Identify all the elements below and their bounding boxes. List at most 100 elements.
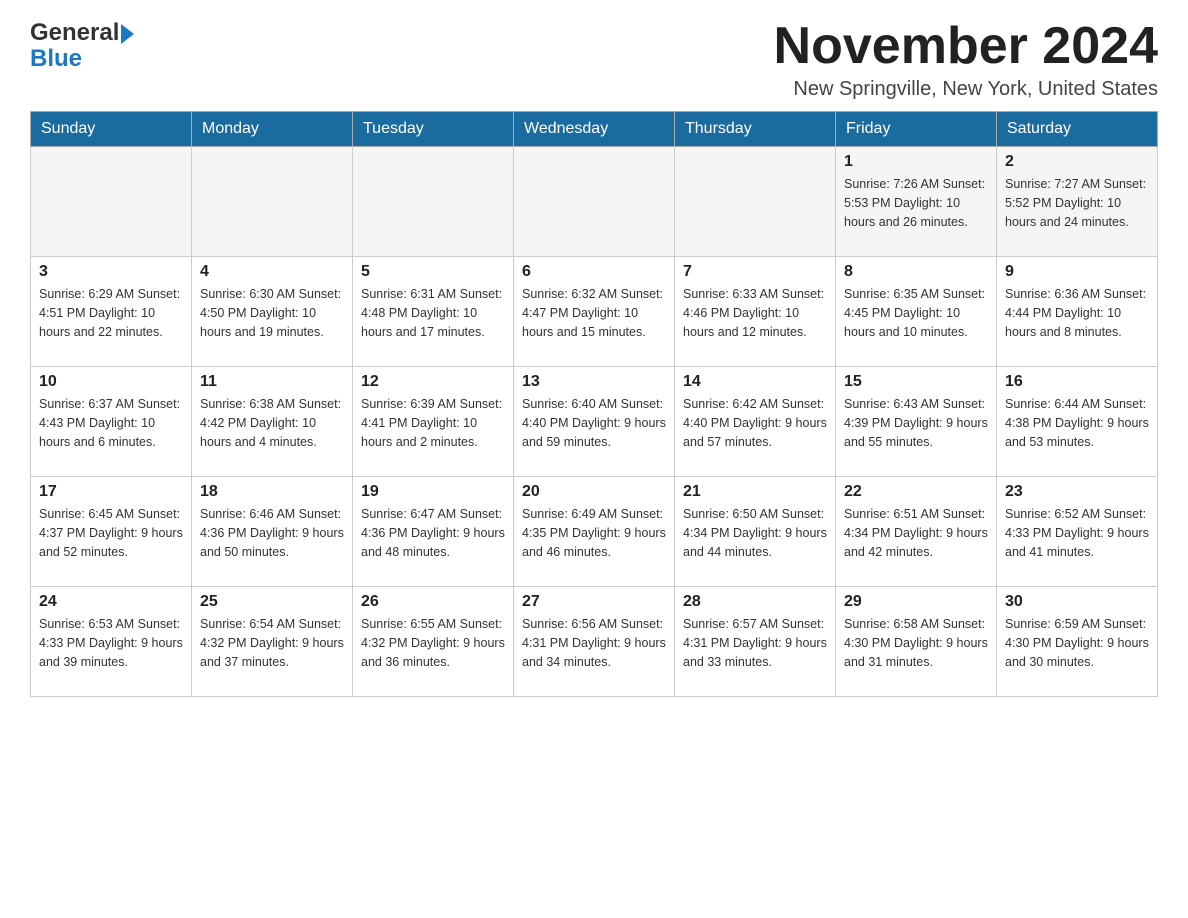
day-info: Sunrise: 6:39 AM Sunset: 4:41 PM Dayligh… bbox=[361, 395, 505, 451]
day-number: 5 bbox=[361, 263, 505, 281]
day-number: 27 bbox=[522, 593, 666, 611]
day-info: Sunrise: 6:43 AM Sunset: 4:39 PM Dayligh… bbox=[844, 395, 988, 451]
table-row: 3 Sunrise: 6:29 AM Sunset: 4:51 PM Daylig… bbox=[31, 257, 192, 367]
day-info: Sunrise: 6:31 AM Sunset: 4:48 PM Dayligh… bbox=[361, 285, 505, 341]
table-row: 16 Sunrise: 6:44 AM Sunset: 4:38 PM Dayli… bbox=[997, 367, 1158, 477]
table-row: 17Sunrise: 6:45 AM Sunset: 4:37 PM Dayli… bbox=[31, 477, 192, 587]
day-info: Sunrise: 6:29 AM Sunset: 4:51 PM Dayligh… bbox=[39, 285, 183, 341]
title-section: November 2024 New Springville, New York,… bbox=[774, 20, 1158, 101]
table-row: 27 Sunrise: 6:56 AM Sunset: 4:31 PM Dayli… bbox=[514, 587, 675, 697]
day-number: 30 bbox=[1005, 593, 1149, 611]
day-number: 25 bbox=[200, 593, 344, 611]
col-wednesday: Wednesday bbox=[514, 112, 675, 147]
table-row: 21Sunrise: 6:50 AM Sunset: 4:34 PM Dayli… bbox=[675, 477, 836, 587]
day-info: Sunrise: 6:37 AM Sunset: 4:43 PM Dayligh… bbox=[39, 395, 183, 451]
day-number: 22 bbox=[844, 483, 988, 501]
day-info: Sunrise: 6:36 AM Sunset: 4:44 PM Dayligh… bbox=[1005, 285, 1149, 341]
day-info: Sunrise: 6:49 AM Sunset: 4:35 PM Dayligh… bbox=[522, 505, 666, 561]
calendar-table: Sunday Monday Tuesday Wednesday Thursday… bbox=[30, 111, 1158, 697]
table-row: 9 Sunrise: 6:36 AM Sunset: 4:44 PM Daylig… bbox=[997, 257, 1158, 367]
calendar-week-row: 3 Sunrise: 6:29 AM Sunset: 4:51 PM Daylig… bbox=[31, 257, 1158, 367]
col-saturday: Saturday bbox=[997, 112, 1158, 147]
day-info: Sunrise: 6:45 AM Sunset: 4:37 PM Dayligh… bbox=[39, 505, 183, 561]
col-thursday: Thursday bbox=[675, 112, 836, 147]
day-number: 4 bbox=[200, 263, 344, 281]
table-row: 15Sunrise: 6:43 AM Sunset: 4:39 PM Dayli… bbox=[836, 367, 997, 477]
logo-general: General bbox=[30, 20, 134, 46]
day-info: Sunrise: 6:57 AM Sunset: 4:31 PM Dayligh… bbox=[683, 615, 827, 671]
table-row bbox=[514, 147, 675, 257]
day-info: Sunrise: 6:55 AM Sunset: 4:32 PM Dayligh… bbox=[361, 615, 505, 671]
day-number: 29 bbox=[844, 593, 988, 611]
table-row: 2Sunrise: 7:27 AM Sunset: 5:52 PM Daylig… bbox=[997, 147, 1158, 257]
day-info: Sunrise: 6:44 AM Sunset: 4:38 PM Dayligh… bbox=[1005, 395, 1149, 451]
day-number: 23 bbox=[1005, 483, 1149, 501]
table-row: 13 Sunrise: 6:40 AM Sunset: 4:40 PM Dayli… bbox=[514, 367, 675, 477]
day-number: 11 bbox=[200, 373, 344, 391]
month-title: November 2024 bbox=[774, 20, 1158, 72]
table-row: 22 Sunrise: 6:51 AM Sunset: 4:34 PM Dayli… bbox=[836, 477, 997, 587]
day-number: 13 bbox=[522, 373, 666, 391]
day-info: Sunrise: 6:40 AM Sunset: 4:40 PM Dayligh… bbox=[522, 395, 666, 451]
day-info: Sunrise: 6:47 AM Sunset: 4:36 PM Dayligh… bbox=[361, 505, 505, 561]
table-row: 26 Sunrise: 6:55 AM Sunset: 4:32 PM Dayli… bbox=[353, 587, 514, 697]
logo-blue: Blue bbox=[30, 46, 134, 72]
col-monday: Monday bbox=[192, 112, 353, 147]
day-number: 24 bbox=[39, 593, 183, 611]
day-number: 21 bbox=[683, 483, 827, 501]
calendar-week-row: 17Sunrise: 6:45 AM Sunset: 4:37 PM Dayli… bbox=[31, 477, 1158, 587]
table-row bbox=[192, 147, 353, 257]
table-row: 20Sunrise: 6:49 AM Sunset: 4:35 PM Dayli… bbox=[514, 477, 675, 587]
day-number: 12 bbox=[361, 373, 505, 391]
location: New Springville, New York, United States bbox=[774, 78, 1158, 101]
table-row bbox=[31, 147, 192, 257]
calendar-week-row: 1 Sunrise: 7:26 AM Sunset: 5:53 PM Daylig… bbox=[31, 147, 1158, 257]
day-info: Sunrise: 7:26 AM Sunset: 5:53 PM Dayligh… bbox=[844, 175, 988, 231]
day-number: 10 bbox=[39, 373, 183, 391]
calendar-week-row: 10 Sunrise: 6:37 AM Sunset: 4:43 PM Dayli… bbox=[31, 367, 1158, 477]
table-row: 14 Sunrise: 6:42 AM Sunset: 4:40 PM Dayli… bbox=[675, 367, 836, 477]
day-info: Sunrise: 6:58 AM Sunset: 4:30 PM Dayligh… bbox=[844, 615, 988, 671]
day-number: 8 bbox=[844, 263, 988, 281]
table-row: 25 Sunrise: 6:54 AM Sunset: 4:32 PM Dayli… bbox=[192, 587, 353, 697]
day-number: 6 bbox=[522, 263, 666, 281]
table-row: 23 Sunrise: 6:52 AM Sunset: 4:33 PM Dayli… bbox=[997, 477, 1158, 587]
day-number: 14 bbox=[683, 373, 827, 391]
day-number: 7 bbox=[683, 263, 827, 281]
col-tuesday: Tuesday bbox=[353, 112, 514, 147]
day-info: Sunrise: 6:35 AM Sunset: 4:45 PM Dayligh… bbox=[844, 285, 988, 341]
day-number: 18 bbox=[200, 483, 344, 501]
day-number: 9 bbox=[1005, 263, 1149, 281]
table-row: 28 Sunrise: 6:57 AM Sunset: 4:31 PM Dayli… bbox=[675, 587, 836, 697]
day-info: Sunrise: 7:27 AM Sunset: 5:52 PM Dayligh… bbox=[1005, 175, 1149, 231]
day-info: Sunrise: 6:59 AM Sunset: 4:30 PM Dayligh… bbox=[1005, 615, 1149, 671]
day-info: Sunrise: 6:52 AM Sunset: 4:33 PM Dayligh… bbox=[1005, 505, 1149, 561]
day-info: Sunrise: 6:42 AM Sunset: 4:40 PM Dayligh… bbox=[683, 395, 827, 451]
page-header: General Blue November 2024 New Springvil… bbox=[30, 20, 1158, 101]
table-row: 4Sunrise: 6:30 AM Sunset: 4:50 PM Daylig… bbox=[192, 257, 353, 367]
day-number: 3 bbox=[39, 263, 183, 281]
logo-text: General Blue bbox=[30, 20, 134, 73]
table-row bbox=[353, 147, 514, 257]
day-number: 16 bbox=[1005, 373, 1149, 391]
day-number: 28 bbox=[683, 593, 827, 611]
table-row: 19 Sunrise: 6:47 AM Sunset: 4:36 PM Dayli… bbox=[353, 477, 514, 587]
day-number: 19 bbox=[361, 483, 505, 501]
col-sunday: Sunday bbox=[31, 112, 192, 147]
calendar-header-row: Sunday Monday Tuesday Wednesday Thursday… bbox=[31, 112, 1158, 147]
day-info: Sunrise: 6:56 AM Sunset: 4:31 PM Dayligh… bbox=[522, 615, 666, 671]
logo: General Blue bbox=[30, 20, 134, 73]
day-info: Sunrise: 6:51 AM Sunset: 4:34 PM Dayligh… bbox=[844, 505, 988, 561]
day-info: Sunrise: 6:53 AM Sunset: 4:33 PM Dayligh… bbox=[39, 615, 183, 671]
day-info: Sunrise: 6:46 AM Sunset: 4:36 PM Dayligh… bbox=[200, 505, 344, 561]
table-row: 12 Sunrise: 6:39 AM Sunset: 4:41 PM Dayli… bbox=[353, 367, 514, 477]
day-number: 1 bbox=[844, 153, 988, 171]
col-friday: Friday bbox=[836, 112, 997, 147]
table-row: 8 Sunrise: 6:35 AM Sunset: 4:45 PM Daylig… bbox=[836, 257, 997, 367]
day-number: 26 bbox=[361, 593, 505, 611]
table-row: 6Sunrise: 6:32 AM Sunset: 4:47 PM Daylig… bbox=[514, 257, 675, 367]
day-info: Sunrise: 6:54 AM Sunset: 4:32 PM Dayligh… bbox=[200, 615, 344, 671]
table-row: 7Sunrise: 6:33 AM Sunset: 4:46 PM Daylig… bbox=[675, 257, 836, 367]
table-row: 30 Sunrise: 6:59 AM Sunset: 4:30 PM Dayli… bbox=[997, 587, 1158, 697]
table-row: 29 Sunrise: 6:58 AM Sunset: 4:30 PM Dayli… bbox=[836, 587, 997, 697]
